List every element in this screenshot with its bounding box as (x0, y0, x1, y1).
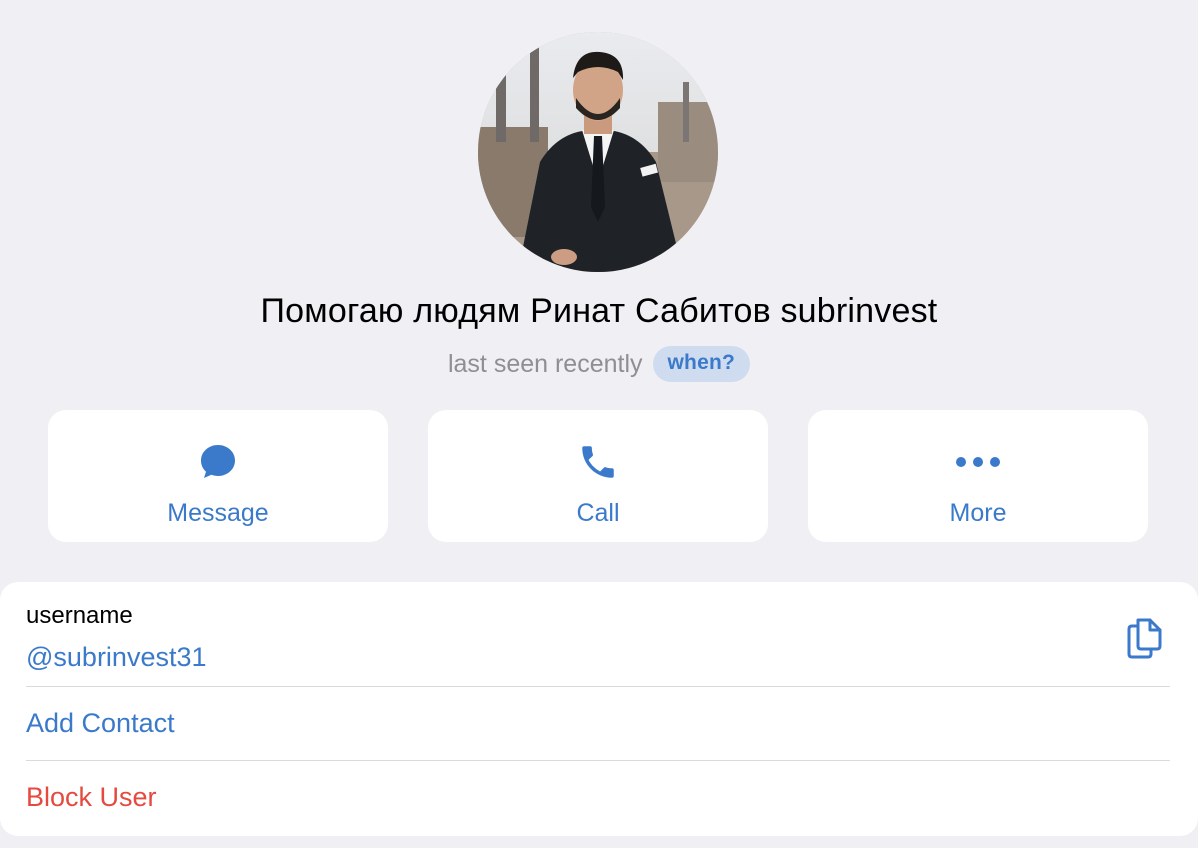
info-card: username @subrinvest31 Add Contact Block… (0, 582, 1198, 836)
when-button[interactable]: when? (652, 346, 751, 382)
profile-screen: Помогаю людям Ринат Сабитов subrinvest l… (0, 0, 1198, 848)
profile-name: Помогаю людям Ринат Сабитов subrinvest (260, 292, 938, 330)
phone-icon (575, 442, 621, 482)
username-value[interactable]: @subrinvest31 (26, 642, 207, 673)
call-label: Call (576, 499, 620, 527)
username-caption: username (26, 602, 133, 629)
more-label: More (949, 499, 1007, 527)
block-user-button[interactable]: Block User (26, 782, 157, 813)
message-label: Message (167, 499, 269, 527)
call-button[interactable]: Call (428, 410, 768, 542)
message-button[interactable]: Message (48, 410, 388, 542)
copy-icon[interactable] (1124, 612, 1168, 660)
last-seen-status: last seen recently (447, 349, 643, 378)
more-button[interactable]: More (808, 410, 1148, 542)
avatar[interactable] (478, 32, 718, 272)
add-contact-button[interactable]: Add Contact (26, 708, 175, 739)
message-bubble-icon (195, 442, 241, 482)
status-row: last seen recently when? (0, 346, 1198, 382)
divider (26, 686, 1170, 687)
divider (26, 760, 1170, 761)
avatar-photo (478, 32, 718, 272)
more-dots-icon (955, 442, 1001, 482)
